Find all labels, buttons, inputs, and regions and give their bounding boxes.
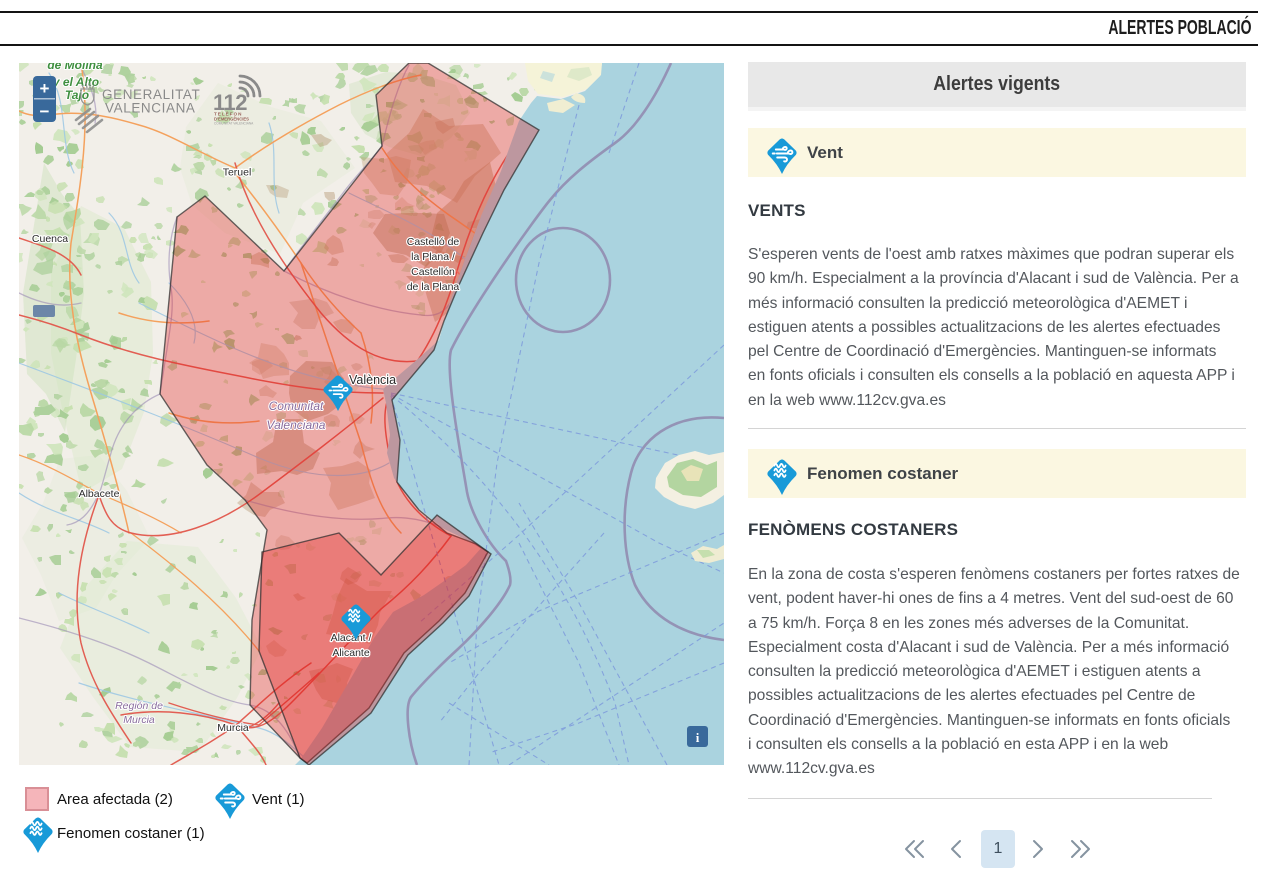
svg-text:Cuenca: Cuenca bbox=[32, 233, 68, 245]
svg-text:COMUNITAT VALENCIANA: COMUNITAT VALENCIANA bbox=[214, 122, 254, 126]
svg-text:Región de: Región de bbox=[115, 700, 163, 712]
svg-text:Alacant /: Alacant / bbox=[331, 632, 372, 644]
svg-text:Tajo: Tajo bbox=[65, 88, 89, 102]
svg-text:i: i bbox=[696, 730, 700, 745]
svg-text:la Plana /: la Plana / bbox=[411, 251, 455, 263]
svg-text:VALENCIANA: VALENCIANA bbox=[105, 101, 196, 116]
svg-text:+: + bbox=[40, 79, 50, 98]
svg-text:Castellón: Castellón bbox=[411, 266, 455, 278]
svg-text:TELÈFON: TELÈFON bbox=[214, 110, 242, 117]
svg-text:Comunitat: Comunitat bbox=[269, 399, 324, 413]
svg-text:Teruel: Teruel bbox=[223, 167, 252, 179]
svg-text:−: − bbox=[40, 102, 50, 121]
svg-text:Valenciana: Valenciana bbox=[267, 418, 326, 432]
svg-text:de la Plana: de la Plana bbox=[407, 281, 460, 293]
svg-text:de Molina: de Molina bbox=[47, 63, 103, 72]
svg-text:y el Alto: y el Alto bbox=[52, 75, 99, 89]
svg-text:Albacete: Albacete bbox=[79, 488, 120, 500]
svg-text:Murcia: Murcia bbox=[217, 722, 249, 734]
svg-text:València: València bbox=[349, 373, 396, 387]
svg-text:Murcia: Murcia bbox=[123, 714, 155, 726]
svg-text:Castelló de: Castelló de bbox=[407, 236, 460, 248]
svg-text:Alicante: Alicante bbox=[332, 647, 370, 659]
